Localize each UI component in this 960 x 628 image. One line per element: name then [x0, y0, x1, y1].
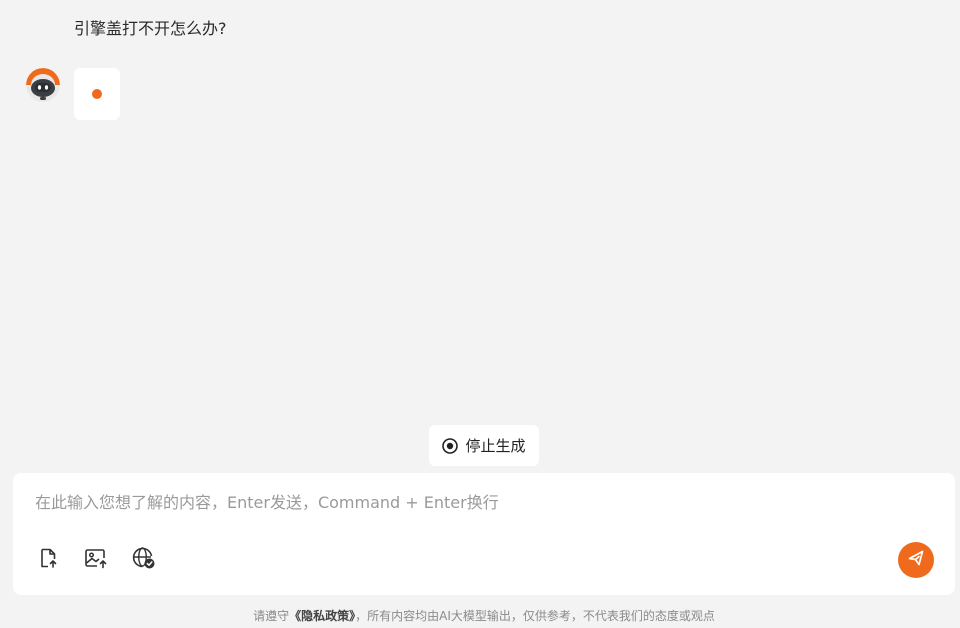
- message-composer: [13, 473, 955, 595]
- image-upload-icon: [84, 547, 108, 573]
- robot-avatar-icon: [26, 68, 60, 102]
- disclaimer-text: ，所有内容均由AI大模型输出，仅供参考，不代表我们的态度或观点: [355, 609, 715, 623]
- typing-indicator: [92, 89, 102, 99]
- privacy-policy-link[interactable]: 《隐私政策》: [289, 609, 355, 623]
- assistant-message-bubble: [74, 68, 120, 120]
- send-icon: [907, 549, 925, 571]
- stop-generating-label: 停止生成: [465, 437, 526, 455]
- stop-circle-icon: [442, 437, 459, 454]
- user-message: 引擎盖打不开怎么办?: [74, 19, 227, 38]
- message-input[interactable]: [35, 490, 915, 514]
- send-button[interactable]: [898, 542, 934, 578]
- web-search-button[interactable]: [132, 546, 156, 574]
- disclaimer-prefix: 请遵守: [253, 609, 290, 623]
- file-upload-button[interactable]: [36, 548, 60, 572]
- web-search-icon: [132, 546, 156, 574]
- stop-generating-button[interactable]: 停止生成: [429, 425, 539, 466]
- disclaimer: 请遵守《隐私政策》，所有内容均由AI大模型输出，仅供参考，不代表我们的态度或观点: [0, 607, 960, 625]
- file-upload-icon: [37, 547, 59, 573]
- assistant-message-row: [26, 68, 120, 120]
- image-upload-button[interactable]: [84, 548, 108, 572]
